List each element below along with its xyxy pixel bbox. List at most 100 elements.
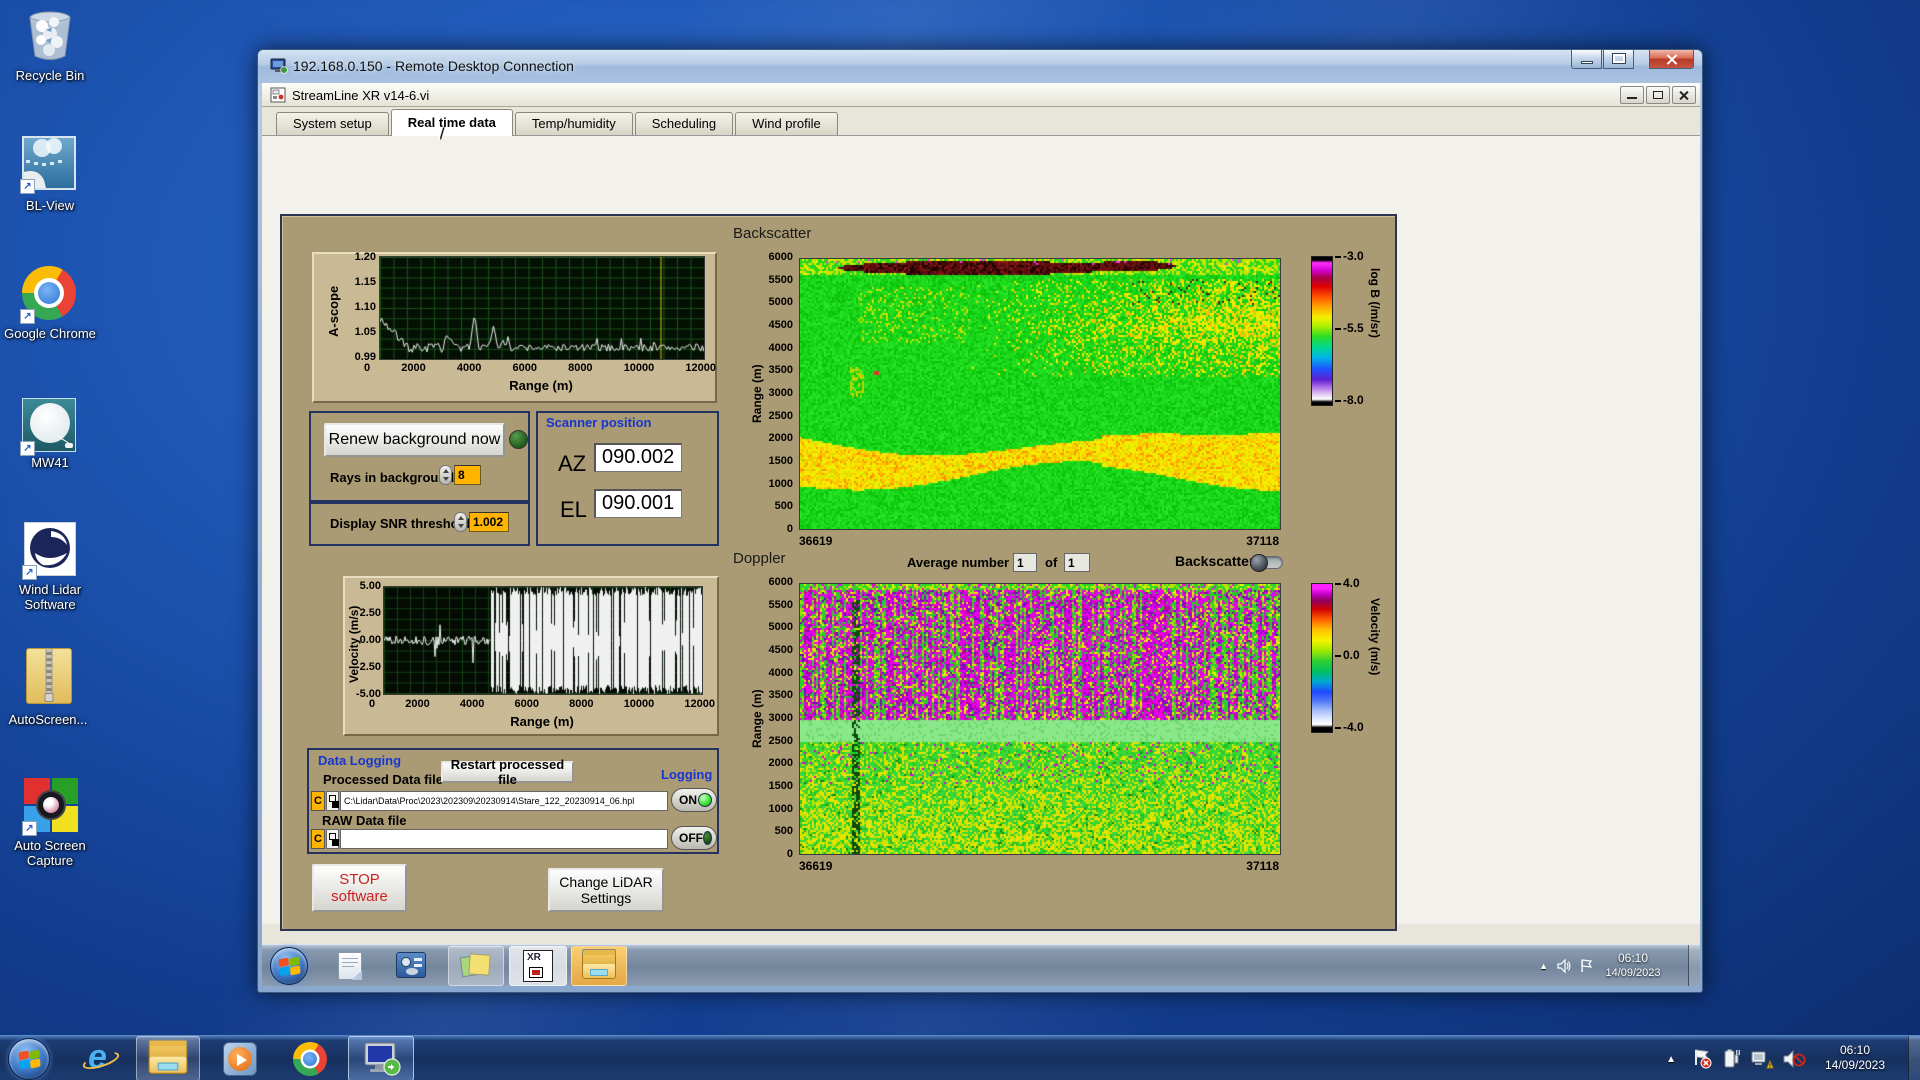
backscatter-y-tick: 5500 (768, 273, 793, 286)
taskbar-clock[interactable]: 06:10 14/09/2023 (1812, 1043, 1898, 1073)
change-lidar-settings-button[interactable]: Change LiDAR Settings (548, 868, 664, 912)
chrome-label[interactable]: Google Chrome (2, 326, 98, 341)
tab-system-setup[interactable]: System setup (276, 112, 389, 135)
raw-data-file-label: RAW Data file (322, 813, 407, 828)
raw-path-field[interactable] (340, 829, 668, 849)
auto-screen-capture-icon[interactable]: ↗ (22, 778, 80, 836)
change-line2: Settings (580, 890, 632, 906)
processed-browse-icon[interactable] (326, 791, 339, 811)
tab-scheduling[interactable]: Scheduling (634, 112, 734, 135)
ascope-x-tick: 6000 (512, 362, 537, 374)
doppler-heatmap (799, 583, 1281, 855)
tab-real-time-data[interactable]: Real time data (390, 109, 513, 136)
show-desktop-button[interactable] (1908, 1036, 1920, 1080)
bl-view-label[interactable]: BL-View (2, 198, 98, 213)
remote-action-center-flag-icon[interactable] (1579, 958, 1594, 974)
data-logging-box: Data Logging Processed Data file Restart… (307, 748, 719, 854)
remote-volume-icon[interactable] (1556, 958, 1572, 974)
raw-logging-off-button[interactable]: OFF (671, 826, 717, 850)
backscatter-toggle-label: Backscatter (1175, 553, 1255, 569)
chrome-icon[interactable]: ↗ (20, 266, 78, 324)
taskbar-ie-button[interactable]: e (72, 1036, 128, 1080)
doppler-y-tick: 6000 (768, 576, 793, 588)
app-minimize-button[interactable] (1620, 86, 1644, 104)
rdp-minimize-button[interactable] (1571, 50, 1602, 69)
recycle-bin-icon[interactable] (22, 8, 78, 64)
raw-drive-box[interactable]: C (311, 829, 325, 849)
ascope-x-ticks: 0 2000 4000 6000 8000 10000 12000 (364, 362, 716, 374)
average-total-field[interactable]: 1 (1064, 553, 1090, 572)
tab-wind-profile[interactable]: Wind profile (735, 112, 838, 135)
average-number-field[interactable]: 1 (1013, 553, 1037, 572)
backscatter-colorbar (1311, 256, 1333, 406)
rdp-maximize-button[interactable] (1603, 50, 1634, 69)
ascope-x-tick: 12000 (685, 362, 716, 374)
backscatter-toggle[interactable] (1250, 554, 1283, 572)
restart-processed-file-button[interactable]: Restart processed file (441, 757, 574, 787)
action-center-flag-icon[interactable] (1692, 1048, 1712, 1070)
remote-clock[interactable]: 06:10 14/09/2023 (1594, 951, 1672, 981)
mw41-label[interactable]: MW41 (2, 455, 98, 470)
windows-flag-icon (278, 956, 300, 976)
velocity-x-tick: 10000 (623, 698, 655, 710)
ascope-y-tick: 1.10 (354, 301, 376, 313)
taskbar-rdp-button[interactable] (348, 1036, 414, 1080)
bl-view-icon[interactable]: ↗ (20, 136, 78, 194)
backscatter-y-tick: 6000 (768, 251, 793, 263)
remote-control-panel-icon[interactable] (396, 952, 426, 978)
taskbar-chrome-button[interactable] (282, 1036, 338, 1080)
tab-temp-humidity[interactable]: Temp/humidity (514, 112, 633, 135)
windows-flag-icon (18, 1049, 40, 1069)
network-warning-icon[interactable] (1750, 1048, 1774, 1070)
rays-spinner[interactable] (439, 465, 452, 485)
remote-taskbar: XR ▲ 06:10 14/09/2023 (262, 944, 1700, 986)
mw41-icon[interactable]: ↗ (20, 398, 78, 456)
remote-show-desktop-button[interactable] (1688, 945, 1700, 986)
ascope-x-tick: 10000 (623, 362, 655, 374)
app-close-button[interactable] (1672, 86, 1696, 104)
scanner-position-box: Scanner position AZ 090.002 EL 090.001 (536, 411, 719, 546)
az-value-field[interactable]: 090.002 (594, 443, 682, 472)
change-line1: Change LiDAR (559, 874, 653, 890)
app-titlebar[interactable]: StreamLine XR v14-6.vi (262, 83, 1700, 107)
taskbar-media-player-button[interactable] (212, 1036, 268, 1080)
power-battery-icon[interactable] (1722, 1048, 1742, 1070)
remote-sticky-notes-button[interactable] (448, 946, 504, 986)
el-value-field[interactable]: 090.001 (594, 489, 682, 518)
rdp-close-button[interactable] (1649, 50, 1694, 69)
taskbar-explorer-button[interactable] (136, 1036, 200, 1080)
ascope-x-tick: 2000 (401, 362, 426, 374)
remote-explorer-button[interactable] (571, 946, 627, 986)
remote-notepad-icon[interactable] (338, 952, 362, 980)
wind-lidar-icon[interactable]: ↗ (22, 522, 80, 580)
stop-software-button[interactable]: STOP software (312, 864, 407, 912)
auto-screen-capture-label[interactable]: Auto Screen Capture (2, 838, 98, 868)
volume-muted-icon[interactable] (1782, 1048, 1806, 1070)
snr-value-field[interactable]: 1.002 (469, 512, 509, 532)
tray-expand-icon[interactable]: ▲ (1666, 1054, 1676, 1065)
remote-tray-expand-icon[interactable]: ▲ (1539, 961, 1548, 971)
doppler-y-tick: 500 (774, 825, 793, 838)
snr-threshold-label: Display SNR threshold (330, 516, 471, 531)
recycle-bin-label[interactable]: Recycle Bin (2, 68, 98, 83)
tab-bar: System setup Real time data Temp/humidity S… (262, 109, 1700, 136)
backscatter-colorbar-tick: -3.0 (1335, 249, 1364, 263)
remote-streamline-xr-button[interactable]: XR (509, 946, 567, 986)
renew-background-button[interactable]: Renew background now (324, 423, 505, 457)
processed-drive-box[interactable]: C (311, 791, 325, 811)
start-button[interactable] (8, 1038, 50, 1080)
backscatter-y-tick: 2500 (768, 409, 793, 422)
snr-spinner[interactable] (454, 512, 467, 532)
app-restore-button[interactable] (1646, 86, 1670, 104)
wind-lidar-label[interactable]: Wind Lidar Software (2, 582, 98, 612)
autoscreen-label[interactable]: AutoScreen... (0, 712, 96, 727)
raw-browse-icon[interactable] (326, 829, 339, 849)
processed-logging-on-button[interactable]: ON (671, 788, 717, 812)
doppler-colorbar (1311, 583, 1333, 733)
velocity-x-tick: 12000 (684, 698, 715, 710)
remote-start-button[interactable] (270, 947, 308, 985)
rays-value-field[interactable]: 8 (454, 465, 481, 485)
autoscreen-zip-icon[interactable] (26, 648, 82, 704)
rdp-titlebar[interactable]: 192.168.0.150 - Remote Desktop Connectio… (258, 50, 1702, 83)
processed-path-field[interactable]: C:\Lidar\Data\Proc\2023\202309\20230914\… (340, 791, 668, 811)
